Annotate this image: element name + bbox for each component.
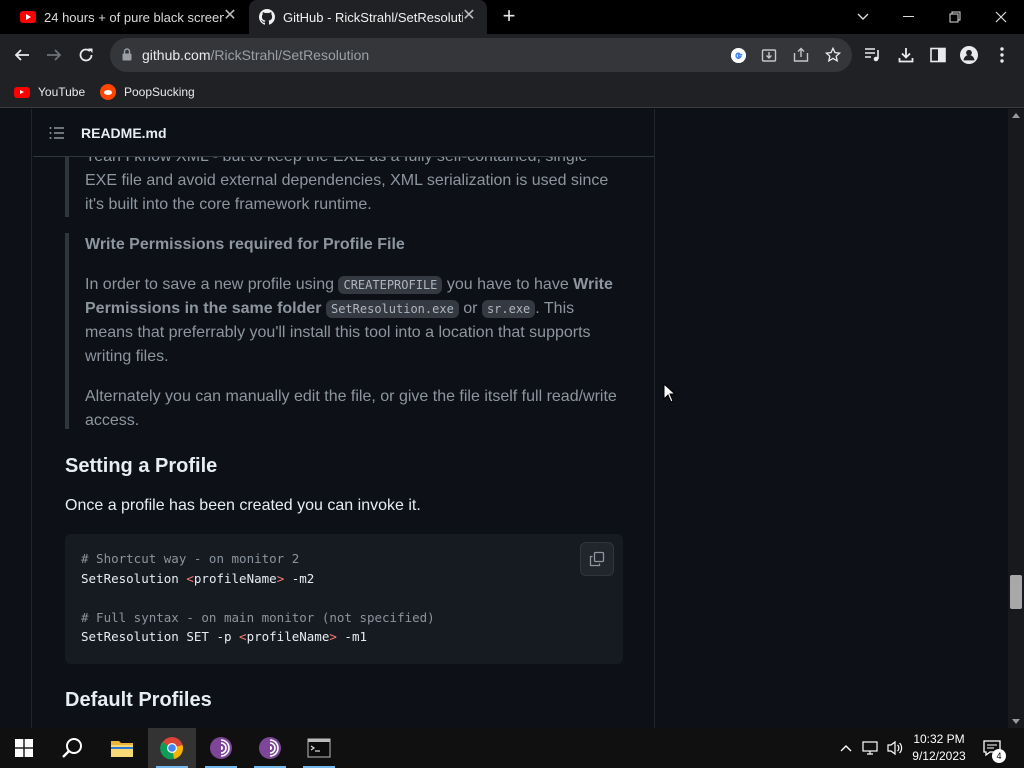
google-lens-icon[interactable] [729,46,747,64]
browser-toolbar: github.com/RickStrahl/SetResolution [0,34,1024,76]
taskbar-clock[interactable]: 10:32 PM 9/12/2023 [906,731,972,765]
code-comment: # Full syntax - on main monitor (not spe… [81,609,435,625]
tor-browser-icon[interactable] [197,728,245,768]
network-icon[interactable] [860,728,882,768]
quote-paragraph: In order to save a new profile using CRE… [85,276,613,365]
tor-browser-icon[interactable] [246,728,294,768]
volume-icon[interactable] [884,728,906,768]
lock-icon [122,48,132,61]
search-icon[interactable] [48,728,96,768]
bookmark-label: PoopSucking [124,85,195,99]
quote-paragraph: Alternately you can manually edit the fi… [85,388,617,429]
content-border [654,109,655,728]
paragraph-invoke: Once a profile has been created you can … [65,497,421,514]
inline-code: sr.exe [481,300,536,318]
address-bar[interactable]: github.com/RickStrahl/SetResolution [110,38,852,72]
close-icon[interactable]: ✕ [222,8,238,24]
copy-button[interactable] [580,542,614,576]
page-scrollbar[interactable] [1008,109,1024,728]
windows-taskbar: 10:32 PM 9/12/2023 4 [0,728,1024,768]
tab-search-chevron-icon[interactable] [840,0,886,34]
blockquote-write-permissions: Write Permissions required for Profile F… [65,233,623,429]
star-bookmark-icon[interactable] [824,46,842,64]
youtube-icon [14,86,30,98]
scroll-thumb[interactable] [1010,575,1022,609]
start-windows-icon[interactable] [0,728,48,768]
tab-github[interactable]: GitHub - RickStrahl/SetResolution ✕ [249,0,487,34]
bookmark-youtube[interactable]: YouTube [14,83,85,101]
notification-count-badge: 4 [992,749,1006,763]
install-app-icon[interactable] [760,46,778,64]
code-comment: # Shortcut way - on monitor 2 [81,551,300,566]
page-viewport: README.md Yeah I know XML - but to keep … [0,109,1008,728]
bookmark-label: YouTube [38,85,86,99]
chrome-taskbar-icon[interactable] [148,728,196,768]
outline-list-icon[interactable] [49,125,65,141]
share-icon[interactable] [792,46,810,64]
kebab-menu-icon[interactable] [993,46,1011,64]
tab-title: 24 hours + of pure black screen in [44,9,224,25]
new-tab-plus-icon[interactable]: + [499,5,519,27]
file-explorer-icon[interactable] [98,728,146,768]
terminal-icon[interactable] [295,728,343,768]
inline-code: CREATEPROFILE [338,276,443,294]
url-text: github.com/RickStrahl/SetResolution [142,47,370,63]
close-icon[interactable]: ✕ [461,8,477,24]
readme-title: README.md [81,125,167,141]
clock-time: 10:32 PM [913,732,965,746]
left-gutter [0,109,32,728]
code-block: # Shortcut way - on monitor 2 SetResolut… [65,534,623,664]
tray-overflow-chevron-icon[interactable] [838,728,854,768]
readme-header: README.md [33,109,654,157]
code-line: SetResolution SET -p <profileName> -m1 [81,629,368,644]
youtube-icon [20,11,36,23]
reddit-icon [100,84,116,100]
tab-strip: 24 hours + of pure black screen in ✕ Git… [0,0,1024,34]
mouse-cursor-icon [663,383,677,403]
profile-avatar-icon[interactable] [960,46,978,64]
tab-title: GitHub - RickStrahl/SetResolution [283,9,463,25]
window-close-icon[interactable] [978,0,1024,34]
minimize-icon[interactable] [886,0,932,34]
reload-icon[interactable] [73,42,99,68]
heading-default-profiles: Default Profiles [65,689,212,711]
downloads-icon[interactable] [897,46,915,64]
copy-icon [589,551,605,567]
bookmark-poopsucking[interactable]: PoopSucking [100,83,195,101]
quote-heading: Write Permissions required for Profile F… [85,236,405,253]
bookmarks-bar: YouTube PoopSucking [0,76,1024,108]
tab-youtube[interactable]: 24 hours + of pure black screen in ✕ [8,0,248,34]
restore-icon[interactable] [932,0,978,34]
side-panel-icon[interactable] [929,46,947,64]
scroll-down-arrow-icon[interactable] [1012,719,1020,724]
code-line: SetResolution <profileName> -m2 [81,570,315,586]
clock-date: 9/12/2023 [912,749,966,763]
heading-setting-a-profile: Setting a Profile [65,455,218,477]
github-icon [259,9,275,25]
inline-code: SetResolution.exe [325,300,459,318]
media-control-icon[interactable] [864,46,882,64]
back-arrow-icon[interactable] [9,42,35,68]
forward-arrow-icon[interactable] [41,42,67,68]
scroll-up-arrow-icon[interactable] [1012,113,1020,118]
